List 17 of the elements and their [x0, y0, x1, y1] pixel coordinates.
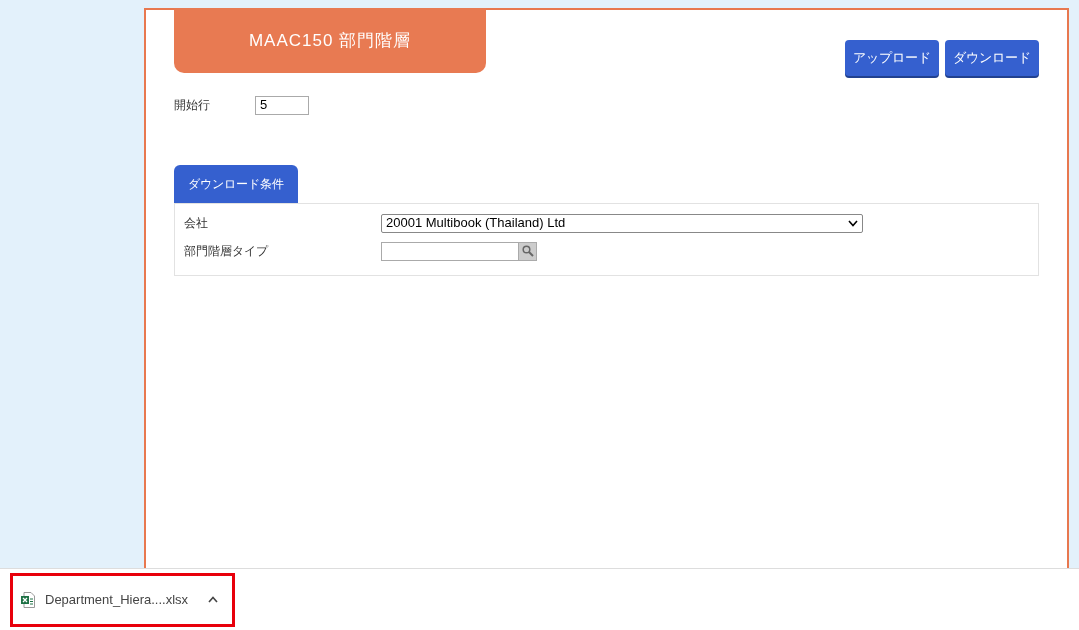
- field-label: 部門階層タイプ: [184, 243, 270, 260]
- download-item[interactable]: Department_Hiera....xlsx: [10, 572, 236, 627]
- caret-icon: [848, 219, 858, 227]
- page-title: MAAC150 部門階層: [174, 8, 486, 73]
- company-dropdown[interactable]: 20001 Multibook (Thailand) Ltd: [381, 213, 863, 233]
- file-name: Department_Hiera....xlsx: [45, 590, 189, 609]
- field-label: 開始行: [174, 97, 211, 114]
- search-button[interactable]: [518, 241, 537, 261]
- chevron-up-icon[interactable]: [208, 596, 219, 603]
- action-button[interactable]: アップロード: [845, 40, 939, 76]
- start-row-field[interactable]: 5: [255, 95, 309, 115]
- input-field[interactable]: [381, 241, 518, 261]
- search-icon: [521, 245, 534, 257]
- field-label: 会社: [184, 215, 209, 232]
- tab[interactable]: ダウンロード条件: [174, 164, 298, 203]
- action-button[interactable]: ダウンロード: [945, 40, 1039, 76]
- spreadsheet-file-icon: [21, 591, 35, 608]
